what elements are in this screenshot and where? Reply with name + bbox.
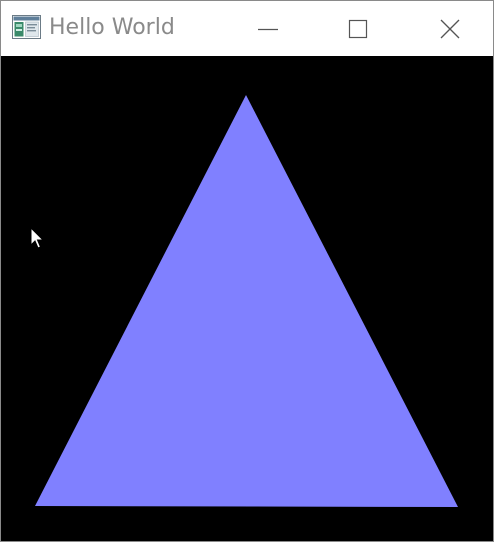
minimize-icon [257, 18, 279, 40]
maximize-icon [347, 18, 369, 40]
blue-triangle [35, 95, 458, 507]
title-bar[interactable]: Hello World [1, 1, 493, 56]
application-icon[interactable] [12, 15, 41, 39]
app-window: Hello World [0, 0, 494, 542]
window-title: Hello World [49, 15, 175, 40]
close-button[interactable] [404, 1, 494, 56]
render-canvas[interactable] [1, 56, 493, 541]
maximize-button[interactable] [312, 1, 404, 56]
mouse-pointer-icon [30, 226, 45, 249]
close-icon [439, 18, 461, 40]
minimize-button[interactable] [222, 1, 314, 56]
